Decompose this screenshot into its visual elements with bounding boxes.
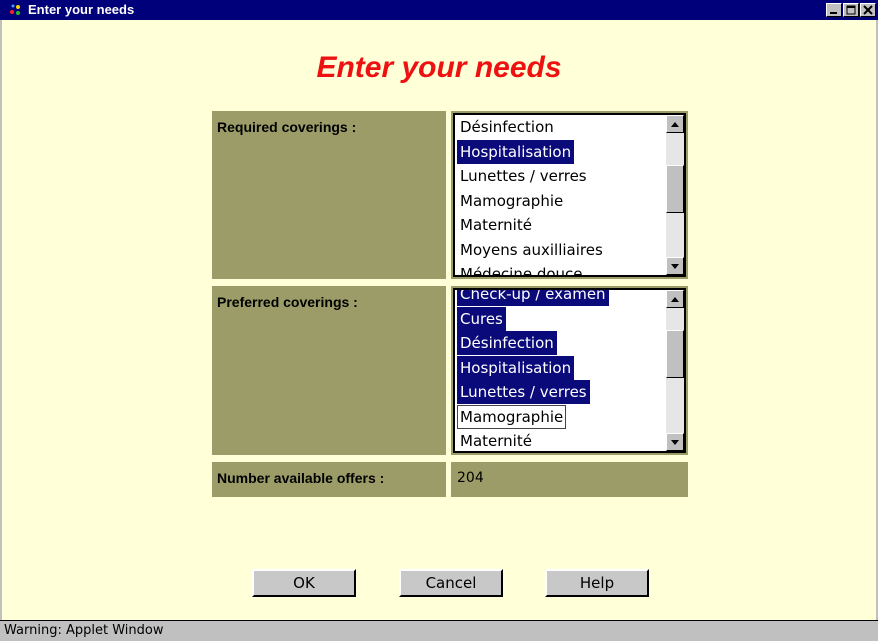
arrow-down-icon xyxy=(671,440,679,445)
preferred-scrollbar[interactable] xyxy=(666,290,684,451)
preferred-coverings-list[interactable]: Check-up / examen Cures Désinfection Hospit… xyxy=(453,288,686,453)
ok-button[interactable]: OK xyxy=(252,569,356,597)
title-bar[interactable]: Enter your needs xyxy=(0,0,878,20)
list-item[interactable]: Maternité xyxy=(457,213,535,237)
list-item[interactable]: Désinfection xyxy=(457,331,557,355)
page-title: Enter your needs xyxy=(316,51,562,84)
list-item[interactable]: Maternité xyxy=(457,429,535,451)
java-applet-icon xyxy=(10,4,20,15)
list-item[interactable]: Cures xyxy=(457,306,506,331)
list-item[interactable]: Hospitalisation xyxy=(457,139,575,164)
list-item[interactable]: Lunettes / verres xyxy=(457,164,590,188)
list-item[interactable]: Check-up / examen xyxy=(457,290,609,306)
close-icon xyxy=(863,5,873,15)
preferred-scroll-thumb[interactable] xyxy=(666,330,684,378)
window-title: Enter your needs xyxy=(28,2,135,17)
arrow-down-icon xyxy=(671,264,679,269)
maximize-icon xyxy=(846,5,856,15)
minimize-icon xyxy=(830,12,837,14)
list-item[interactable]: Lunettes / verres xyxy=(457,380,590,404)
required-scroll-up-button[interactable] xyxy=(666,115,684,133)
arrow-up-icon xyxy=(671,297,679,302)
preferred-scroll-down-button[interactable] xyxy=(666,433,684,451)
preferred-coverings-label: Preferred coverings : xyxy=(212,286,446,455)
list-item[interactable]: Mamographie xyxy=(457,189,566,213)
cancel-button[interactable]: Cancel xyxy=(399,569,503,597)
status-bar: Warning: Applet Window xyxy=(0,620,878,641)
arrow-up-icon xyxy=(671,122,679,127)
required-coverings-label: Required coverings : xyxy=(212,111,446,279)
list-item[interactable]: Moyens auxilliaires xyxy=(457,238,606,262)
list-item[interactable]: Médecine douce xyxy=(457,262,586,275)
maximize-button[interactable] xyxy=(843,3,859,17)
preferred-scroll-up-button[interactable] xyxy=(666,290,684,308)
offers-value: 204 xyxy=(451,462,688,497)
minimize-button[interactable] xyxy=(826,3,842,17)
close-button[interactable] xyxy=(860,3,876,17)
list-item[interactable]: Hospitalisation xyxy=(457,355,575,380)
required-scrollbar[interactable] xyxy=(666,115,684,275)
window-border-left xyxy=(0,20,2,620)
offers-label: Number available offers : xyxy=(212,462,446,497)
required-scroll-thumb[interactable] xyxy=(666,165,684,213)
required-scroll-down-button[interactable] xyxy=(666,257,684,275)
help-button[interactable]: Help xyxy=(545,569,649,597)
list-item[interactable]: Mamographie xyxy=(457,404,567,429)
required-coverings-list[interactable]: Désinfection Hospitalisation Lunettes / ve… xyxy=(453,113,686,277)
list-item[interactable]: Désinfection xyxy=(457,115,557,139)
